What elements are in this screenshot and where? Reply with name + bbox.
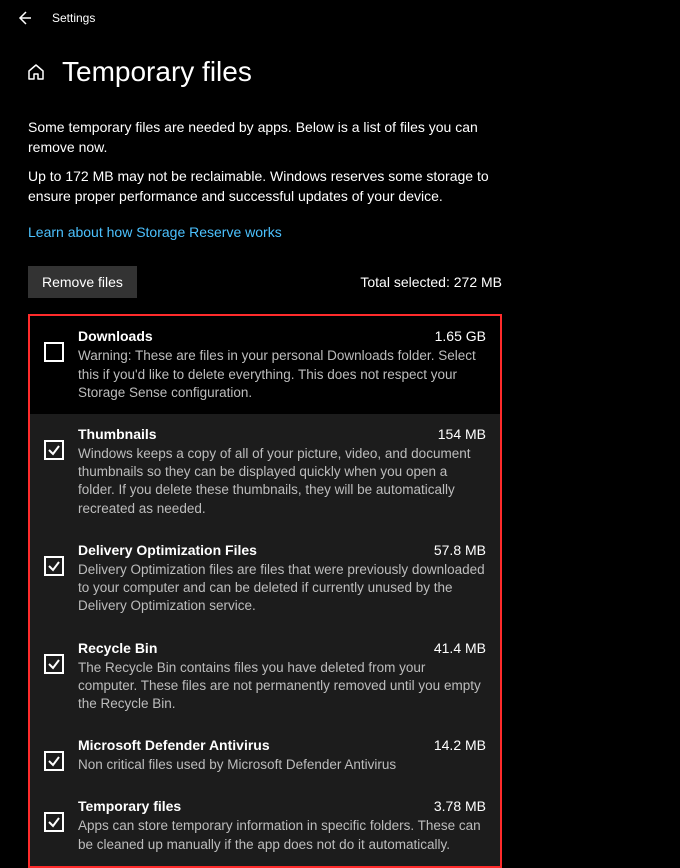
intro-text-1: Some temporary files are needed by apps.… <box>28 118 502 157</box>
item-title: Downloads <box>78 328 153 344</box>
list-item[interactable]: Thumbnails 154 MB Windows keeps a copy of … <box>30 414 500 530</box>
storage-reserve-link[interactable]: Learn about how Storage Reserve works <box>28 224 282 240</box>
item-title: Delivery Optimization Files <box>78 542 257 558</box>
item-description: Windows keeps a copy of all of your pict… <box>78 445 486 518</box>
file-category-list: Downloads 1.65 GB Warning: These are files… <box>28 314 502 868</box>
checkbox[interactable] <box>44 342 64 362</box>
list-item[interactable]: Temporary files 3.78 MB Apps can store tem… <box>30 786 500 865</box>
back-icon[interactable] <box>16 10 32 26</box>
checkbox[interactable] <box>44 440 64 460</box>
item-size: 1.65 GB <box>435 328 486 344</box>
item-size: 3.78 MB <box>434 798 486 814</box>
item-title: Thumbnails <box>78 426 157 442</box>
item-size: 57.8 MB <box>434 542 486 558</box>
home-icon[interactable] <box>26 62 46 82</box>
page-title: Temporary files <box>62 56 252 88</box>
item-description: The Recycle Bin contains files you have … <box>78 659 486 714</box>
intro-text-2: Up to 172 MB may not be reclaimable. Win… <box>28 167 502 206</box>
list-item[interactable]: Delivery Optimization Files 57.8 MB Delive… <box>30 530 500 628</box>
checkbox[interactable] <box>44 751 64 771</box>
checkbox[interactable] <box>44 812 64 832</box>
list-item[interactable]: Microsoft Defender Antivirus 14.2 MB Non c… <box>30 725 500 786</box>
item-description: Delivery Optimization files are files th… <box>78 561 486 616</box>
item-size: 14.2 MB <box>434 737 486 753</box>
remove-files-button[interactable]: Remove files <box>28 266 137 298</box>
list-item[interactable]: Recycle Bin 41.4 MB The Recycle Bin contai… <box>30 628 500 726</box>
item-title: Recycle Bin <box>78 640 157 656</box>
app-title: Settings <box>52 11 95 25</box>
item-title: Microsoft Defender Antivirus <box>78 737 270 753</box>
total-selected: Total selected: 272 MB <box>360 274 502 290</box>
checkbox[interactable] <box>44 556 64 576</box>
item-size: 41.4 MB <box>434 640 486 656</box>
item-title: Temporary files <box>78 798 181 814</box>
item-description: Non critical files used by Microsoft Def… <box>78 756 486 774</box>
item-description: Warning: These are files in your persona… <box>78 347 486 402</box>
item-description: Apps can store temporary information in … <box>78 817 486 853</box>
checkbox[interactable] <box>44 654 64 674</box>
list-item[interactable]: Downloads 1.65 GB Warning: These are files… <box>30 316 500 414</box>
item-size: 154 MB <box>438 426 486 442</box>
